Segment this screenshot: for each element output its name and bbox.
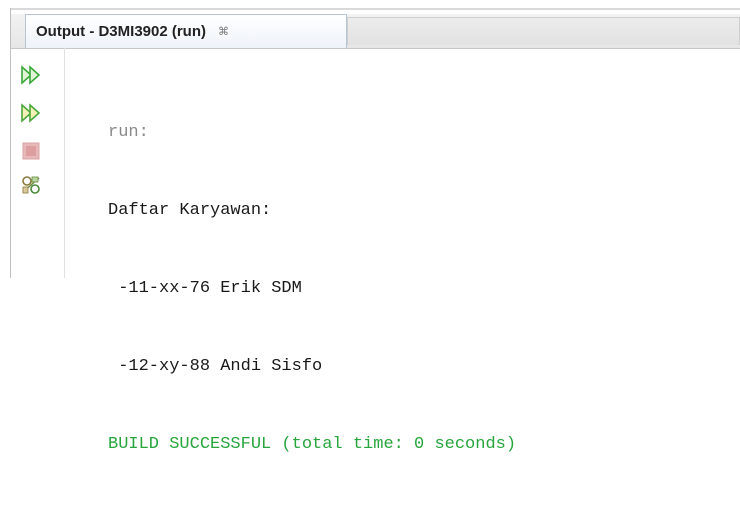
close-icon[interactable]: ⌘: [218, 25, 229, 38]
output-window: Output - D3MI3902 (run) ⌘ run: Daftar Ka…: [0, 0, 740, 454]
settings-icon: [22, 176, 40, 194]
console-line-build-successful: BUILD SUCCESSFUL (total time: 0 seconds): [108, 435, 517, 454]
rerun-icon: [21, 65, 41, 85]
output-toolbar: [16, 62, 56, 278]
tab-title: Output - D3MI3902 (run): [36, 23, 207, 40]
stop-icon: [22, 142, 40, 160]
panel-top-border: [10, 8, 740, 10]
tab-bar-empty-area: [347, 17, 740, 45]
tab-bar: Output - D3MI3902 (run) ⌘: [11, 14, 740, 49]
tab-output-run[interactable]: Output - D3MI3902 (run) ⌘: [25, 14, 347, 48]
console-line: Daftar Karyawan:: [108, 201, 272, 220]
rerun-with-options-icon: [21, 103, 41, 123]
rerun-with-options-button[interactable]: [20, 102, 42, 124]
stop-button[interactable]: [20, 140, 42, 162]
toolbar-divider: [64, 48, 65, 278]
console-line: -12-xy-88 Andi Sisfo: [108, 357, 323, 376]
console-line-run: run:: [108, 123, 149, 142]
settings-button[interactable]: [20, 174, 42, 196]
console-output[interactable]: run: Daftar Karyawan: -11-xx-76 Erik SDM…: [108, 68, 516, 510]
console-line: -11-xx-76 Erik SDM: [108, 279, 302, 298]
rerun-button[interactable]: [20, 64, 42, 86]
